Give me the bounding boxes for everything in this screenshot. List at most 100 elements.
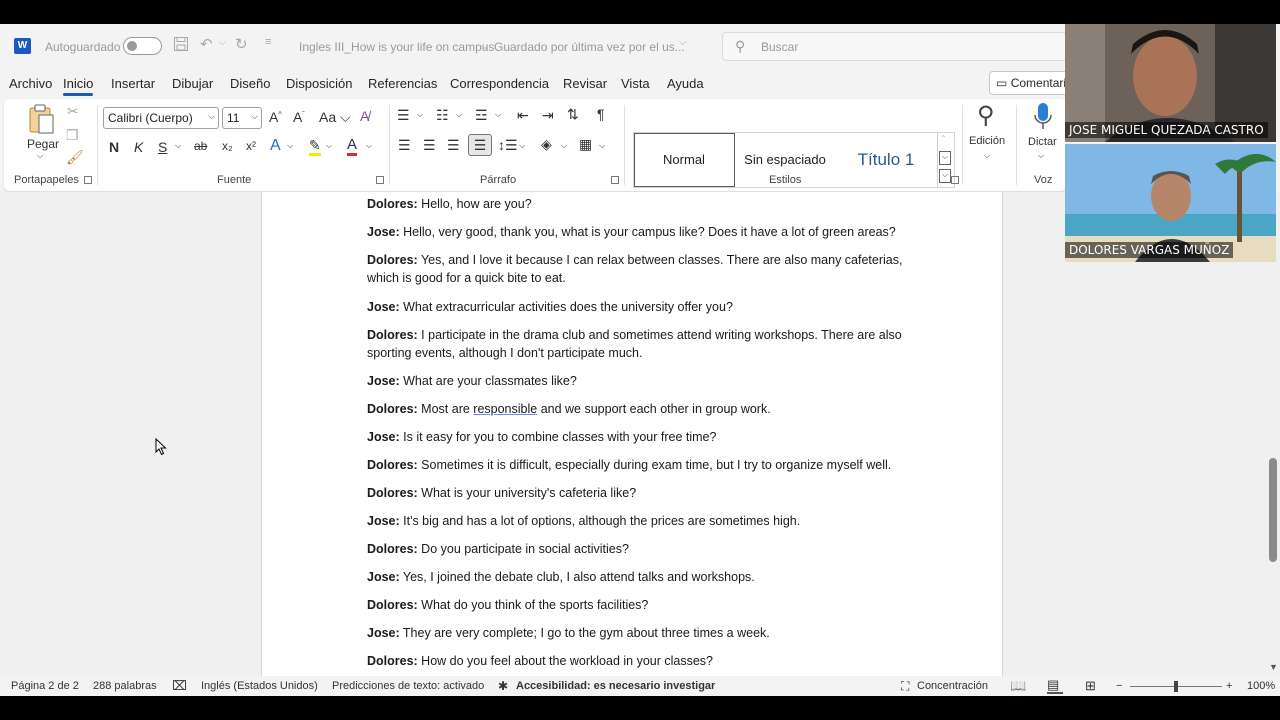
menu-dibujar[interactable]: Dibujar: [172, 76, 213, 91]
title-dropdown-icon[interactable]: ⌵: [679, 37, 687, 48]
styles-more-icon[interactable]: ⌵: [939, 169, 951, 183]
save-status[interactable]: Guardado por última vez por el us...: [494, 40, 685, 54]
numbering-icon[interactable]: ☷: [436, 107, 449, 124]
customize-toolbar-icon[interactable]: ≡: [265, 36, 271, 48]
accessibility-icon[interactable]: ✱: [498, 679, 508, 693]
borders-icon[interactable]: ▦: [579, 136, 592, 153]
format-painter-icon[interactable]: 🖌: [66, 149, 84, 166]
save-icon[interactable]: [173, 36, 189, 56]
undo-icon[interactable]: ↶: [200, 35, 213, 53]
search-box[interactable]: ⚲ Buscar: [722, 32, 1067, 61]
highlight-icon[interactable]: ✎: [309, 137, 321, 156]
editing-dropdown-icon[interactable]: ⌵: [984, 151, 990, 161]
bullets-icon[interactable]: ☰: [397, 107, 410, 124]
comments-button[interactable]: ▭ Comentarios: [989, 71, 1069, 95]
grow-font-icon[interactable]: A^: [269, 109, 282, 125]
menu-referencias[interactable]: Referencias: [368, 76, 437, 91]
menu-insertar[interactable]: Insertar: [111, 76, 155, 91]
menu-vista[interactable]: Vista: [621, 76, 650, 91]
page-indicator[interactable]: Página 2 de 2: [11, 680, 79, 692]
scroll-thumb[interactable]: [1269, 458, 1277, 562]
dictate-label[interactable]: Dictar: [1028, 136, 1057, 148]
editing-label[interactable]: Edición: [969, 135, 1005, 147]
superscript-icon[interactable]: x²: [246, 139, 256, 153]
print-layout-icon[interactable]: ▤: [1047, 677, 1063, 694]
text-effects-icon[interactable]: A: [270, 137, 281, 155]
font-name-select[interactable]: Calibri (Cuerpo) ⌵: [103, 107, 219, 129]
decrease-indent-icon[interactable]: ⇤: [517, 107, 529, 124]
clear-formatting-icon[interactable]: A̸: [360, 108, 369, 124]
document-page[interactable]: Dolores: Hello, how are you? Jose: Hello…: [261, 192, 1003, 676]
menu-revisar[interactable]: Revisar: [563, 76, 607, 91]
find-icon[interactable]: ⚲: [977, 101, 995, 130]
font-size-select[interactable]: 11 ⌵: [222, 107, 262, 129]
subscript-icon[interactable]: x₂: [222, 139, 233, 153]
italic-button[interactable]: K: [134, 139, 143, 155]
menu-disposicion[interactable]: Disposición: [286, 76, 352, 91]
change-case-icon[interactable]: Aa ⌵: [319, 109, 351, 126]
shading-dropdown-icon[interactable]: ⌵: [561, 141, 567, 151]
menu-ayuda[interactable]: Ayuda: [667, 76, 704, 91]
participant-video[interactable]: DOLORES VARGAS MUÑOZ: [1065, 144, 1276, 262]
zoom-in-icon[interactable]: +: [1226, 680, 1232, 692]
undo-dropdown-icon[interactable]: ⌵: [219, 37, 226, 48]
font-color-dropdown-icon[interactable]: ⌵: [366, 141, 372, 151]
zoom-slider[interactable]: [1130, 681, 1222, 692]
style-heading-1[interactable]: Título 1: [836, 134, 936, 186]
zoom-slider-thumb[interactable]: [1174, 681, 1178, 692]
copy-icon[interactable]: ❐: [66, 127, 79, 144]
vertical-scrollbar[interactable]: ▼: [1266, 192, 1280, 676]
align-center-icon[interactable]: ☰: [423, 137, 436, 154]
dictate-dropdown-icon[interactable]: ⌵: [1038, 151, 1044, 161]
menu-inicio[interactable]: Inicio: [63, 76, 94, 96]
multilevel-dropdown-icon[interactable]: ⌵: [495, 110, 501, 120]
multilevel-list-icon[interactable]: ☲: [475, 107, 488, 124]
language-indicator[interactable]: Inglés (Estados Unidos): [201, 680, 318, 692]
show-marks-icon[interactable]: ¶: [597, 106, 605, 122]
sort-icon[interactable]: ⇅: [567, 106, 579, 123]
web-layout-icon[interactable]: ⊞: [1085, 678, 1096, 694]
word-app-icon[interactable]: W: [14, 38, 31, 54]
justify-button[interactable]: ☰: [468, 134, 492, 156]
text-effects-dropdown-icon[interactable]: ⌵: [287, 141, 293, 151]
focus-mode[interactable]: Concentración: [917, 680, 988, 692]
redo-icon[interactable]: ↻: [235, 35, 248, 53]
increase-indent-icon[interactable]: ⇥: [542, 107, 554, 124]
cut-icon[interactable]: ✂: [67, 103, 79, 120]
document-title[interactable]: Ingles III_How is your life on campus: [299, 40, 494, 54]
strikethrough-icon[interactable]: ab: [194, 139, 207, 153]
shrink-font-icon[interactable]: Aˇ: [293, 109, 305, 125]
style-normal[interactable]: Normal: [634, 134, 734, 186]
participant-video[interactable]: JOSE MIGUEL QUEZADA CASTRO: [1065, 24, 1276, 142]
word-count[interactable]: 288 palabras: [93, 680, 157, 692]
accessibility-status[interactable]: Accesibilidad: es necesario investigar: [516, 680, 715, 692]
microphone-icon[interactable]: [1032, 101, 1054, 134]
paragraph-launcher-icon[interactable]: [611, 176, 619, 184]
bullets-dropdown-icon[interactable]: ⌵: [417, 110, 423, 120]
menu-archivo[interactable]: Archivo: [9, 76, 52, 91]
font-launcher-icon[interactable]: [376, 176, 384, 184]
line-spacing-icon[interactable]: ↕☰: [498, 137, 518, 154]
scroll-down-icon[interactable]: ▼: [1269, 662, 1278, 672]
numbering-dropdown-icon[interactable]: ⌵: [456, 110, 462, 120]
highlight-dropdown-icon[interactable]: ⌵: [326, 141, 332, 151]
underline-dropdown-icon[interactable]: ⌵: [175, 141, 181, 151]
proofing-icon[interactable]: ⌧: [172, 678, 187, 694]
shading-icon[interactable]: ◈: [541, 136, 552, 153]
clipboard-launcher-icon[interactable]: [84, 176, 92, 184]
styles-down-icon[interactable]: ⌵: [939, 151, 951, 165]
focus-icon[interactable]: ⛶: [901, 679, 909, 694]
zoom-out-icon[interactable]: −: [1116, 680, 1122, 692]
autosave-toggle[interactable]: [123, 37, 162, 55]
menu-diseno[interactable]: Diseño: [230, 76, 270, 91]
paste-icon[interactable]: [26, 103, 56, 138]
underline-button[interactable]: S: [158, 139, 167, 155]
paste-label[interactable]: Pegar: [27, 137, 59, 151]
borders-dropdown-icon[interactable]: ⌵: [599, 141, 605, 151]
align-left-icon[interactable]: ☰: [398, 137, 411, 154]
align-right-icon[interactable]: ☰: [447, 137, 460, 154]
bold-button[interactable]: N: [109, 139, 119, 155]
line-spacing-dropdown-icon[interactable]: ⌵: [519, 141, 525, 151]
zoom-level[interactable]: 100%: [1247, 680, 1275, 692]
font-color-icon[interactable]: A: [347, 136, 358, 156]
